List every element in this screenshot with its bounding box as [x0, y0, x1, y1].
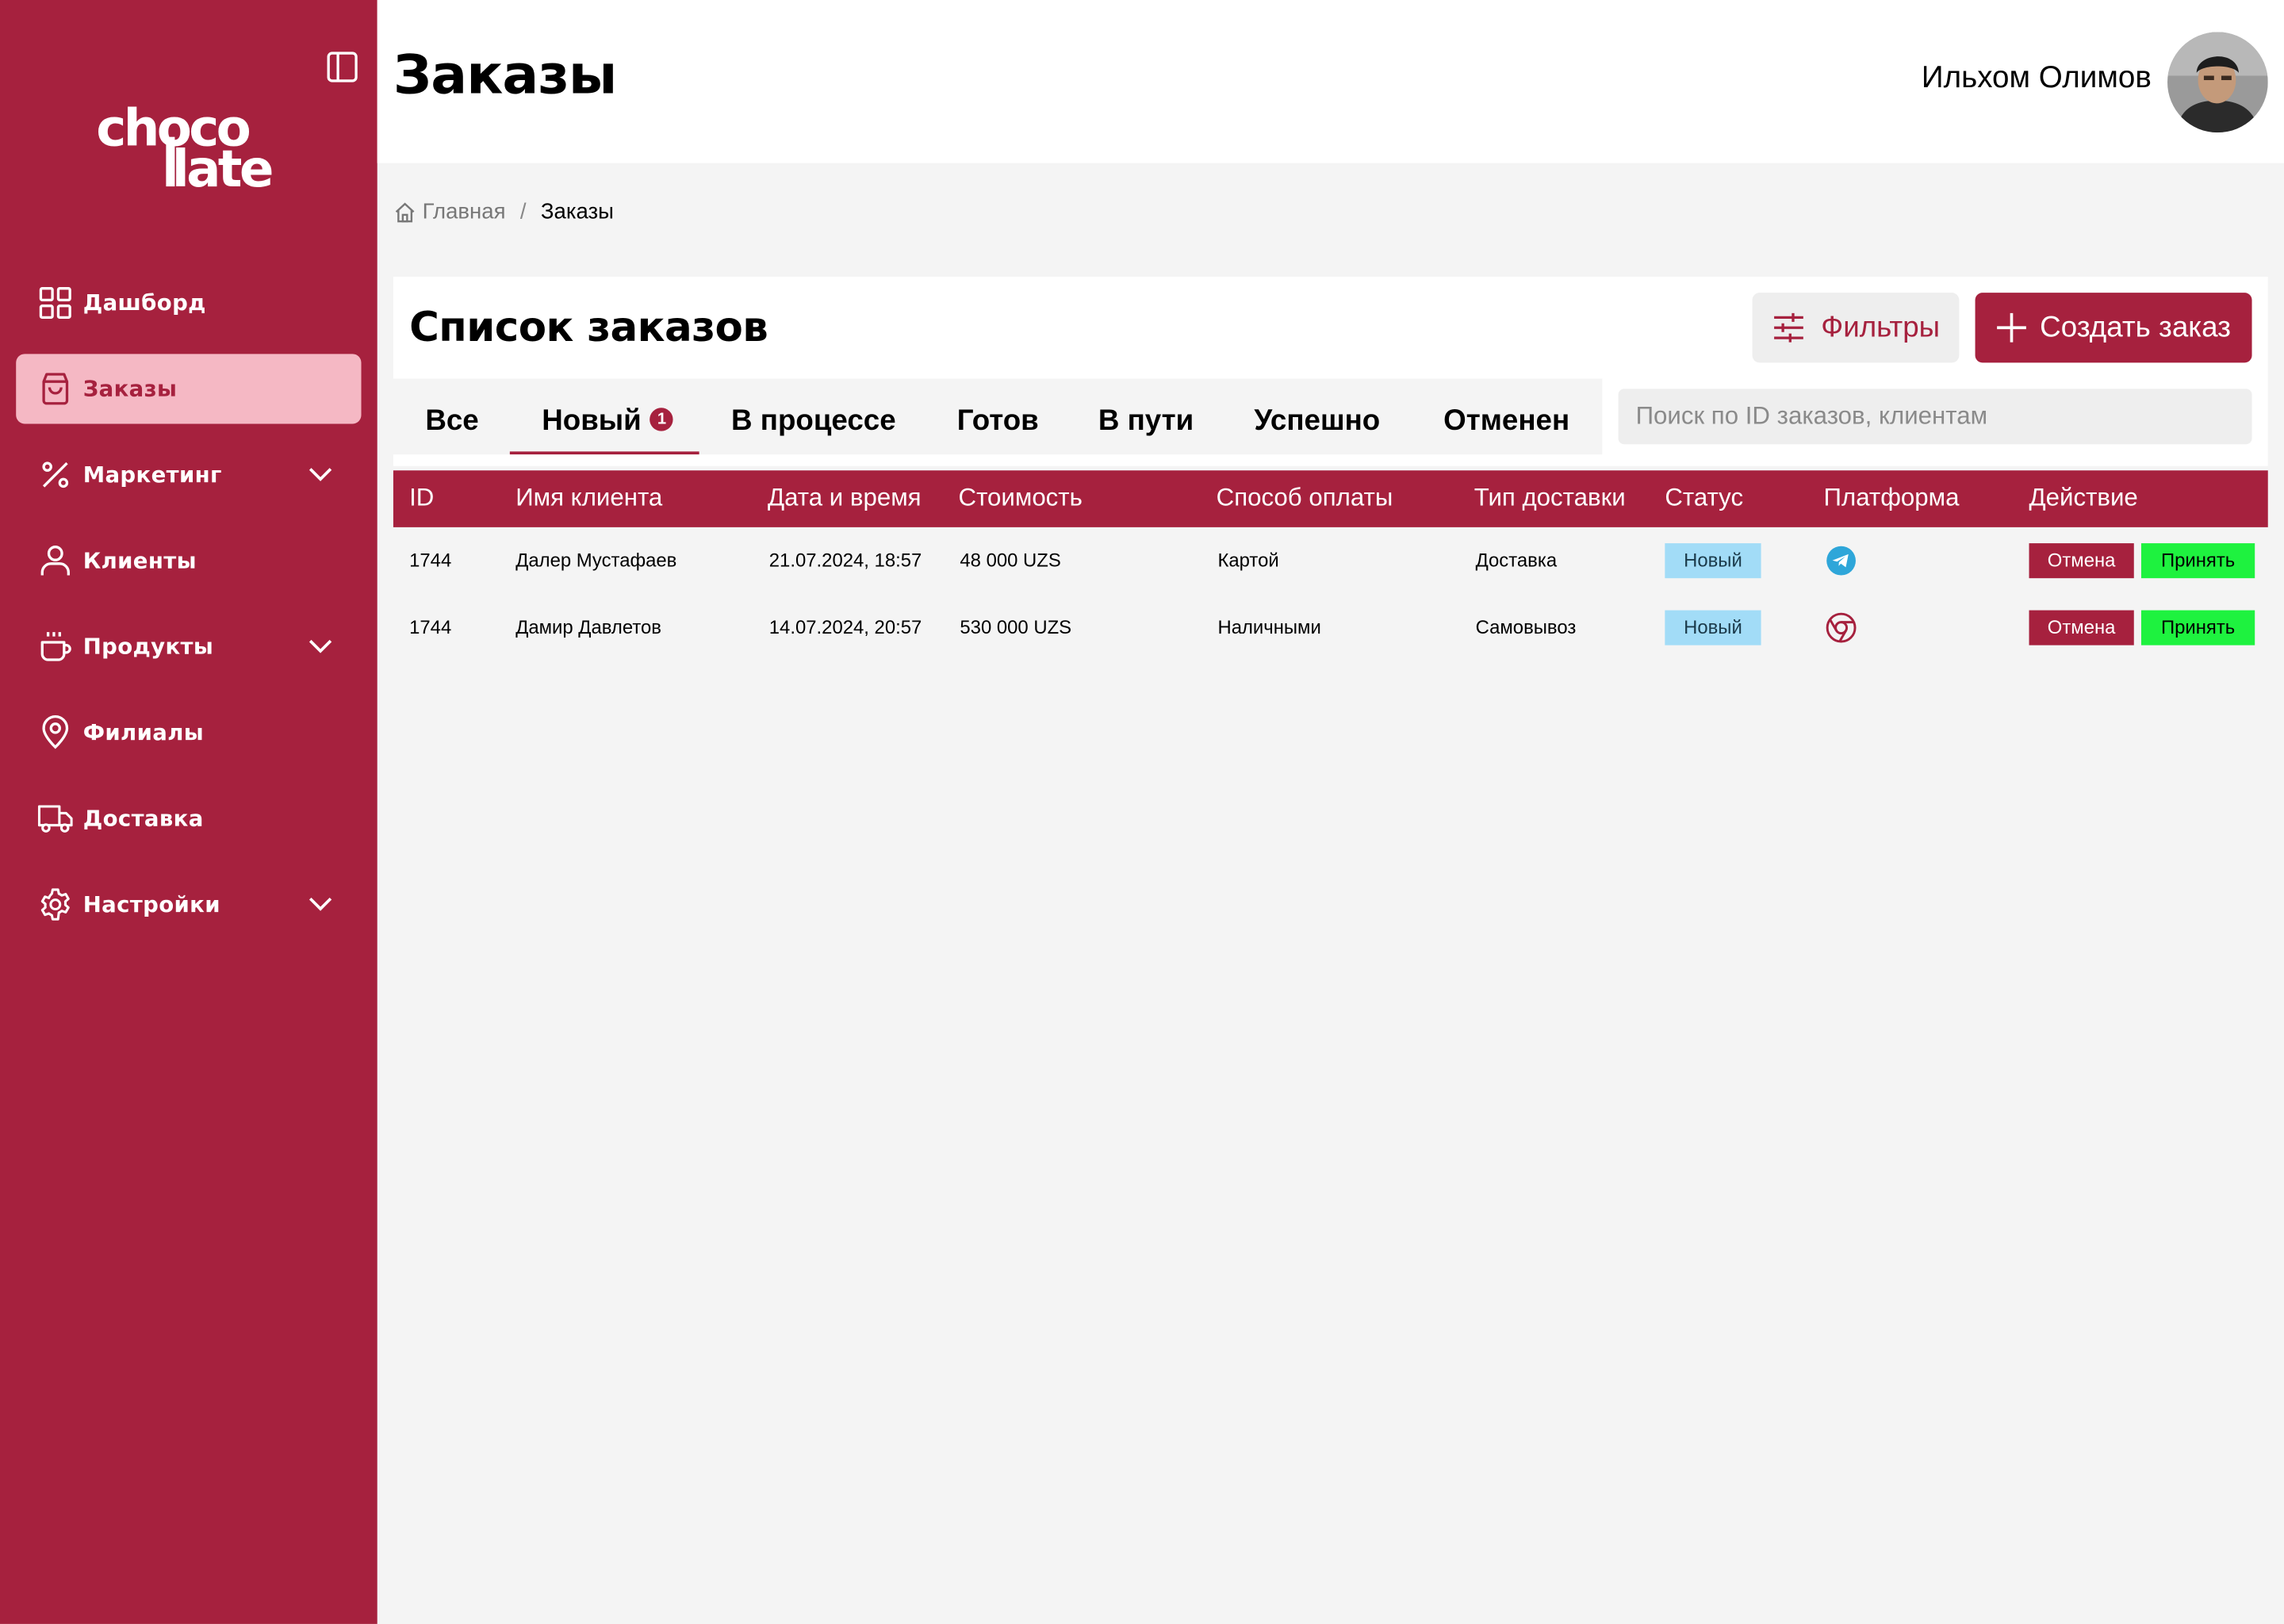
cancel-order-button[interactable]: Отмена: [2029, 543, 2134, 579]
coffee-cup-icon: [38, 629, 73, 664]
filters-label: Фильтры: [1821, 311, 1941, 343]
delivery-type: Доставка: [1475, 549, 1558, 571]
table-header: ID Имя клиента Дата и время Стоимость Сп…: [393, 470, 2268, 527]
order-cost: 48 000 UZS: [960, 549, 1061, 571]
status-tabs: Все Новый 1 В процессе Готов В пути Успеш…: [393, 378, 1603, 455]
chevron-down-icon[interactable]: [306, 630, 335, 660]
map-pin-icon: [38, 715, 73, 750]
sidebar: choco late Дашборд Заказы Маркетинг Клие…: [0, 0, 377, 1624]
table-row[interactable]: 1744 Дамир Давлетов 14.07.2024, 20:57 53…: [393, 594, 2268, 661]
gear-icon: [38, 887, 73, 922]
column-header: Дата и время: [767, 483, 922, 511]
sidebar-item-products[interactable]: Продукты: [16, 611, 361, 681]
avatar[interactable]: [2167, 32, 2268, 133]
column-header: Статус: [1665, 483, 1744, 511]
tab-ready[interactable]: Готов: [957, 405, 1039, 439]
search-input[interactable]: [1618, 389, 2252, 445]
grid-icon: [38, 285, 73, 320]
order-datetime: 21.07.2024, 18:57: [768, 549, 922, 571]
orders-table: ID Имя клиента Дата и время Стоимость Сп…: [393, 470, 2268, 661]
breadcrumb: Главная / Заказы: [393, 200, 614, 224]
percent-icon: [38, 458, 73, 492]
column-header: Действие: [2029, 483, 2138, 511]
user-name[interactable]: Ильхом Олимов: [1922, 61, 2152, 96]
status-badge: Новый: [1665, 543, 1761, 579]
order-cost: 530 000 UZS: [960, 615, 1072, 638]
user-icon: [38, 543, 73, 578]
plus-icon: [1997, 312, 2027, 343]
tab-in-progress[interactable]: В процессе: [731, 405, 896, 439]
cancel-order-button[interactable]: Отмена: [2029, 610, 2134, 645]
chrome-icon: [1826, 612, 1857, 643]
home-icon: [395, 201, 415, 222]
new-count-badge: 1: [650, 407, 674, 431]
chocolate-logo: choco late: [96, 99, 274, 193]
payment-method: Картой: [1217, 549, 1279, 571]
sidebar-collapse-icon[interactable]: [326, 51, 358, 82]
column-header: Имя клиента: [515, 483, 663, 511]
client-name: Далер Мустафаев: [515, 549, 677, 571]
sidebar-item-marketing[interactable]: Маркетинг: [16, 440, 361, 510]
sidebar-item-settings[interactable]: Настройки: [16, 870, 361, 940]
breadcrumb-home[interactable]: Главная: [393, 200, 506, 224]
client-name: Дамир Давлетов: [515, 615, 661, 638]
tab-new[interactable]: Новый 1: [542, 404, 674, 439]
orders-card: Список заказов Фильтры Создать заказ Все…: [393, 276, 2268, 466]
tab-in-transit[interactable]: В пути: [1098, 405, 1194, 439]
create-order-button[interactable]: Создать заказ: [1975, 293, 2252, 363]
tab-all[interactable]: Все: [425, 405, 478, 439]
sidebar-item-clients[interactable]: Клиенты: [16, 526, 361, 596]
top-bar: Заказы Ильхом Олимов: [377, 0, 2284, 163]
column-header: Тип доставки: [1473, 483, 1626, 511]
sidebar-item-branches[interactable]: Филиалы: [16, 698, 361, 768]
tab-successful[interactable]: Успешно: [1254, 405, 1380, 439]
breadcrumb-home-label: Главная: [422, 199, 506, 224]
sidebar-item-delivery[interactable]: Доставка: [16, 783, 361, 853]
tab-cancelled[interactable]: Отменен: [1443, 405, 1569, 439]
create-order-label: Создать заказ: [2040, 311, 2232, 343]
chevron-down-icon[interactable]: [306, 459, 335, 488]
column-header: ID: [409, 483, 435, 511]
truck-icon: [37, 801, 73, 836]
shopping-bag-icon: [38, 371, 73, 406]
sidebar-item-label: Настройки: [82, 891, 220, 918]
payment-method: Наличными: [1217, 615, 1321, 638]
sidebar-item-label: Продукты: [82, 633, 214, 661]
sliders-icon: [1774, 312, 1804, 343]
sidebar-item-label: Доставка: [82, 805, 204, 832]
telegram-icon: [1826, 546, 1856, 576]
table-row[interactable]: 1744 Далер Мустафаев 21.07.2024, 18:57 4…: [393, 527, 2268, 594]
column-header: Платформа: [1823, 483, 1960, 511]
sidebar-item-dashboard[interactable]: Дашборд: [16, 268, 361, 338]
order-id: 1744: [409, 549, 452, 571]
breadcrumb-separator: /: [519, 199, 527, 224]
active-tab-indicator: [509, 451, 699, 455]
svg-text:late: late: [172, 140, 272, 192]
sidebar-item-label: Заказы: [82, 375, 178, 402]
status-badge: Новый: [1665, 610, 1761, 645]
tab-label: Новый: [542, 404, 642, 438]
order-datetime: 14.07.2024, 20:57: [768, 615, 922, 638]
breadcrumb-current: Заказы: [540, 199, 614, 224]
sidebar-item-label: Дашборд: [82, 289, 206, 316]
sidebar-item-orders[interactable]: Заказы: [16, 354, 362, 424]
column-header: Способ оплаты: [1216, 483, 1393, 511]
orders-list-title: Список заказов: [409, 303, 768, 351]
sidebar-item-label: Филиалы: [82, 719, 205, 746]
chevron-down-icon[interactable]: [306, 888, 335, 917]
accept-order-button[interactable]: Принять: [2140, 610, 2255, 645]
sidebar-item-label: Маркетинг: [82, 462, 222, 488]
column-header: Стоимость: [958, 483, 1083, 511]
delivery-type: Самовывоз: [1475, 615, 1577, 638]
accept-order-button[interactable]: Принять: [2140, 543, 2255, 579]
filters-button[interactable]: Фильтры: [1752, 293, 1960, 363]
page-title: Заказы: [393, 44, 617, 107]
sidebar-item-label: Клиенты: [82, 547, 197, 574]
order-id: 1744: [409, 615, 452, 638]
